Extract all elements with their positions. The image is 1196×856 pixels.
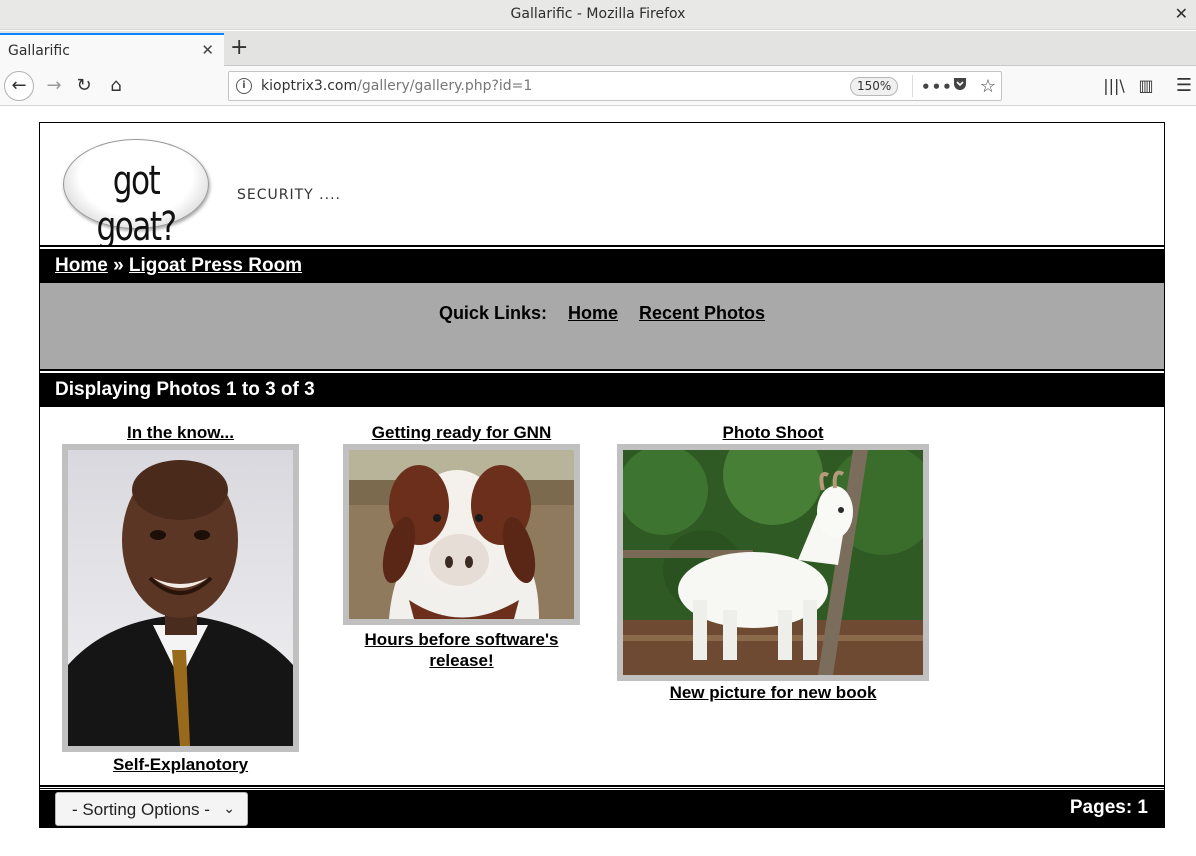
breadcrumb-home-link[interactable]: Home <box>55 255 108 276</box>
got-goat-logo[interactable]: got goat? <box>63 139 209 250</box>
pocket-icon[interactable] <box>949 76 971 98</box>
goat-closeup-image <box>349 450 574 619</box>
white-goat-image <box>623 450 923 675</box>
photo-caption-link[interactable]: Self-Explanotory <box>62 755 299 775</box>
gallery-footer: - Sorting Options - ⌄ Pages: 1 <box>40 787 1164 827</box>
sorting-options-label: - Sorting Options - <box>72 800 210 819</box>
photo-title-link[interactable]: In the know... <box>62 423 299 443</box>
navigation-toolbar: ← → ↻ ⌂ i kioptrix3.com/gallery/gallery.… <box>0 66 1196 106</box>
site-info-icon[interactable]: i <box>236 78 252 94</box>
url-divider <box>912 75 913 97</box>
back-arrow-icon[interactable]: ← <box>4 71 34 101</box>
display-count-text: Displaying Photos 1 to 3 of 3 <box>55 379 315 400</box>
tab-gallarific[interactable]: Gallarific ✕ <box>0 33 224 67</box>
site-header: got goat? SECURITY .... <box>40 123 1164 250</box>
sidebar-icon[interactable]: ▥ <box>1132 72 1160 100</box>
address-bar[interactable]: i kioptrix3.com/gallery/gallery.php?id=1… <box>228 71 1002 101</box>
photo-caption-link[interactable]: Hours before software's release! <box>343 629 580 671</box>
photo-item: Photo Shoot New picture for new book <box>617 423 929 703</box>
window-titlebar: Gallarific - Mozilla Firefox ✕ <box>0 0 1196 30</box>
tab-strip: Gallarific ✕ + <box>0 31 1196 67</box>
photo-thumbnail[interactable] <box>617 444 929 681</box>
url-path: /gallery/gallery.php?id=1 <box>357 78 533 94</box>
quick-links-label: Quick Links: <box>438 303 547 323</box>
display-count-bar: Displaying Photos 1 to 3 of 3 <box>40 369 1164 407</box>
breadcrumb-current-link[interactable]: Ligoat Press Room <box>129 255 302 276</box>
window-close-icon[interactable]: ✕ <box>1175 4 1188 23</box>
businessman-portrait-image <box>68 450 293 746</box>
photo-title-link[interactable]: Photo Shoot <box>617 423 929 443</box>
quick-links-bar: Quick Links: Home Recent Photos <box>40 283 1164 369</box>
site-tagline: SECURITY .... <box>237 187 341 203</box>
url-text[interactable]: kioptrix3.com/gallery/gallery.php?id=1 <box>261 78 532 94</box>
photo-thumbnail[interactable] <box>62 444 299 752</box>
photo-item: In the know... Self-Explanotory <box>62 423 299 783</box>
page-actions-icon[interactable]: ••• <box>921 76 952 98</box>
sorting-options-select[interactable]: - Sorting Options - ⌄ <box>55 792 248 826</box>
logo-text: got goat? <box>96 158 177 250</box>
breadcrumb: Home » Ligoat Press Room <box>40 245 1164 283</box>
reload-icon[interactable]: ↻ <box>70 72 98 100</box>
photo-title-link[interactable]: Getting ready for GNN <box>333 423 590 443</box>
photo-caption-link[interactable]: New picture for new book <box>617 683 929 703</box>
zoom-level-badge[interactable]: 150% <box>850 77 899 96</box>
pages-indicator: Pages: 1 <box>1069 797 1148 818</box>
bookmark-star-icon[interactable]: ☆ <box>977 76 999 98</box>
gallery-page: got goat? SECURITY .... Home » Ligoat Pr… <box>39 122 1165 828</box>
tab-label: Gallarific <box>8 43 70 59</box>
photo-item: Getting ready for GNN Hours before softw… <box>343 423 580 673</box>
quick-link-home[interactable]: Home <box>568 303 618 323</box>
library-icon[interactable]: |||\ <box>1100 72 1128 100</box>
hamburger-menu-icon[interactable]: ☰ <box>1170 72 1196 100</box>
breadcrumb-separator: » <box>107 255 129 276</box>
quick-link-recent-photos[interactable]: Recent Photos <box>639 303 765 323</box>
window-title: Gallarific - Mozilla Firefox <box>510 6 686 22</box>
home-icon[interactable]: ⌂ <box>102 72 130 100</box>
tab-close-icon[interactable]: ✕ <box>201 41 214 59</box>
photo-gallery: In the know... Self-Explanotory Getting … <box>40 407 1164 787</box>
forward-arrow-icon[interactable]: → <box>40 72 68 100</box>
chevron-down-icon: ⌄ <box>223 800 235 816</box>
photo-thumbnail[interactable] <box>343 444 580 625</box>
url-host: kioptrix3.com <box>261 78 358 94</box>
new-tab-icon[interactable]: + <box>230 34 250 62</box>
